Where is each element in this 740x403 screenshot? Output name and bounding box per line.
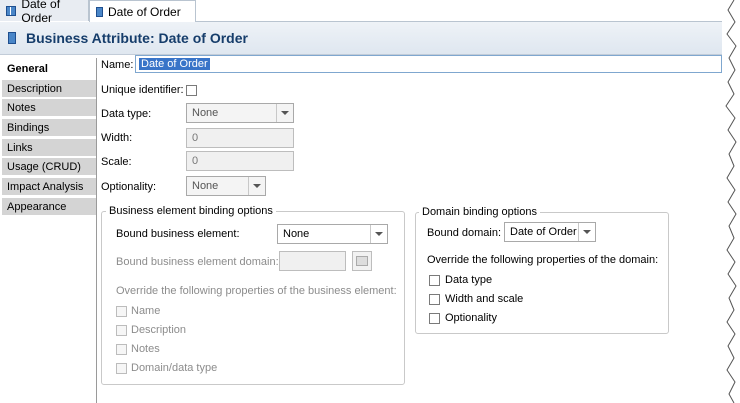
override-notes-checkbox[interactable] <box>116 344 127 355</box>
sidebar-divider <box>96 58 97 403</box>
attribute-icon <box>8 32 16 44</box>
torn-edge-decoration <box>722 0 740 403</box>
override-name-label: Name <box>131 305 161 317</box>
bound-business-element-label: Bound business element: <box>116 228 240 240</box>
override-data-type-label: Data type <box>445 274 493 286</box>
tab-label: Date of Order <box>108 4 181 19</box>
scale-label: Scale: <box>101 156 132 168</box>
bound-business-element-domain-label: Bound business element domain: <box>116 256 279 268</box>
bound-business-element-select[interactable]: None <box>277 224 388 244</box>
unique-identifier-checkbox[interactable] <box>186 85 197 96</box>
width-value: 0 <box>192 132 199 144</box>
data-type-select[interactable]: None <box>186 103 294 123</box>
browse-icon <box>356 256 368 266</box>
sidebar-item-description[interactable]: Description <box>2 80 96 98</box>
override-data-type-checkbox[interactable] <box>429 275 440 286</box>
entity-icon <box>6 5 17 16</box>
unique-identifier-label: Unique identifier: <box>101 84 184 96</box>
sidebar-item-usage[interactable]: Usage (CRUD) <box>2 158 96 176</box>
optionality-label: Optionality: <box>101 181 157 193</box>
domain-group-title: Domain binding options <box>419 206 540 218</box>
override-domain-data-type-label: Domain/data type <box>131 362 218 374</box>
domain-override-label: Override the following properties of the… <box>427 254 659 266</box>
attribute-icon <box>96 6 103 17</box>
sidebar-item-links[interactable]: Links <box>2 139 96 157</box>
chevron-down-icon <box>370 225 387 243</box>
data-type-label: Data type: <box>101 108 152 120</box>
chevron-down-icon <box>276 104 293 122</box>
override-name-checkbox[interactable] <box>116 306 127 317</box>
optionality-value: None <box>192 180 219 192</box>
override-width-scale-label: Width and scale <box>445 293 524 305</box>
business-group-title: Business element binding options <box>106 205 276 217</box>
optionality-select[interactable]: None <box>186 176 266 196</box>
bound-business-element-value: None <box>283 228 310 240</box>
name-label: Name: <box>101 59 134 71</box>
business-override-label: Override the following properties of the… <box>116 285 397 297</box>
scale-value: 0 <box>192 155 199 167</box>
name-value: Date of Order <box>139 58 210 70</box>
tab-date-of-order-2[interactable]: Date of Order <box>89 0 196 22</box>
override-width-scale-checkbox[interactable] <box>429 294 440 305</box>
sidebar-item-impact-analysis[interactable]: Impact Analysis <box>2 178 96 196</box>
override-description-checkbox[interactable] <box>116 325 127 336</box>
sidebar-item-notes[interactable]: Notes <box>2 99 96 117</box>
override-optionality-checkbox[interactable] <box>429 313 440 324</box>
sidebar-item-general[interactable]: General <box>2 60 96 78</box>
tab-label: Date of Order <box>21 0 61 25</box>
sidebar-item-appearance[interactable]: Appearance <box>2 198 96 216</box>
data-type-value: None <box>192 107 219 119</box>
bound-domain-value: Date of Order <box>510 226 577 238</box>
scale-field[interactable]: 0 <box>186 151 294 171</box>
bound-domain-select[interactable]: Date of Order <box>504 222 596 242</box>
sidebar-item-bindings[interactable]: Bindings <box>2 119 96 137</box>
override-domain-data-type-checkbox[interactable] <box>116 363 127 374</box>
chevron-down-icon <box>578 223 595 241</box>
tab-date-of-order-1[interactable]: Date of Order <box>0 0 89 25</box>
name-field[interactable]: Date of Order <box>135 55 722 73</box>
override-description-label: Description <box>131 324 187 336</box>
page-title: Business Attribute: Date of Order <box>26 30 248 46</box>
browse-domain-button[interactable] <box>352 251 372 271</box>
width-field[interactable]: 0 <box>186 128 294 148</box>
chevron-down-icon <box>248 177 265 195</box>
bound-domain-label: Bound domain: <box>427 227 501 239</box>
bound-business-element-domain-field[interactable] <box>279 251 346 271</box>
width-label: Width: <box>101 132 133 144</box>
override-optionality-label: Optionality <box>445 312 497 324</box>
override-notes-label: Notes <box>131 343 160 355</box>
